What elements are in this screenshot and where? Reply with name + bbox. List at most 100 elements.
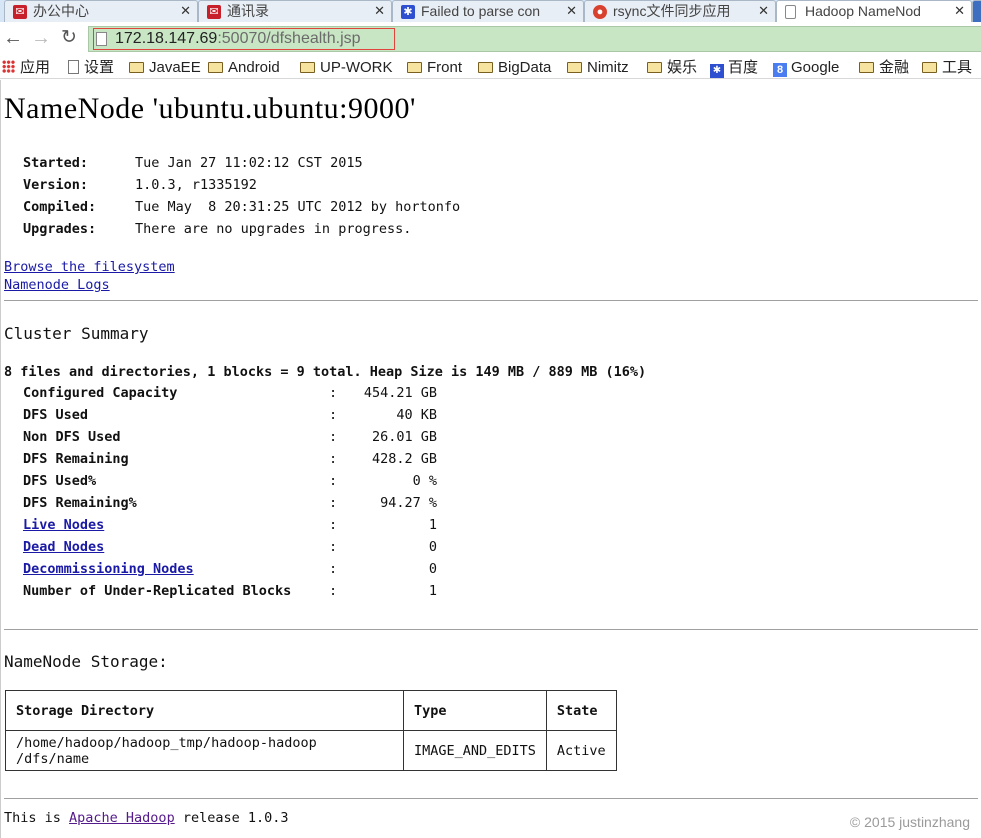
- back-button[interactable]: ←: [2, 27, 24, 49]
- stat-value: 94.27 %: [380, 495, 437, 511]
- reload-button[interactable]: ↻: [58, 27, 80, 49]
- close-icon[interactable]: ✕: [566, 1, 577, 21]
- cluster-summary-heading: Cluster Summary: [4, 324, 149, 343]
- stat-label: Non DFS Used: [23, 429, 121, 445]
- bookmark-finance[interactable]: 金融: [859, 58, 909, 77]
- stat-colon: :: [329, 385, 338, 401]
- tab-office-center[interactable]: ✉ 办公中心 ✕: [4, 0, 198, 22]
- stat-value: 0: [428, 561, 437, 577]
- storage-table: Storage Directory Type State /home/hadoo…: [5, 690, 617, 771]
- decommissioning-nodes-link[interactable]: Decommissioning Nodes: [23, 558, 194, 580]
- stat-value: 0: [428, 539, 437, 555]
- browse-filesystem-link[interactable]: Browse the filesystem: [4, 259, 175, 275]
- storage-type-cell: IMAGE_AND_EDITS: [403, 730, 547, 771]
- apps-grid-icon: [2, 60, 15, 73]
- apache-hadoop-link[interactable]: Apache Hadoop: [69, 810, 175, 826]
- folder-icon: [922, 62, 937, 73]
- stat-row-decommissioning-nodes: Decommissioning Nodes: 0: [23, 558, 523, 580]
- stat-row-dfs-used: DFS Used: 40 KB: [23, 404, 523, 426]
- storage-state-cell: Active: [545, 730, 617, 771]
- bookmark-google[interactable]: 8 Google: [773, 58, 839, 77]
- envelope-icon: ✉: [207, 5, 221, 19]
- info-label: Compiled:: [23, 199, 97, 215]
- info-row-compiled: Compiled: Tue May 8 20:31:25 UTC 2012 by …: [23, 196, 460, 218]
- tab-hadoop-namenode[interactable]: Hadoop NameNod ✕: [776, 0, 972, 22]
- column-header: Type: [403, 690, 547, 731]
- new-tab-button[interactable]: [972, 0, 981, 22]
- stat-row-non-dfs-used: Non DFS Used: 26.01 GB: [23, 426, 523, 448]
- folder-icon: [208, 62, 223, 73]
- table-row: /home/hadoop/hadoop_tmp/hadoop-hadoop /d…: [5, 730, 617, 771]
- dead-nodes-link[interactable]: Dead Nodes: [23, 536, 104, 558]
- page-title: NameNode 'ubuntu.ubuntu:9000': [4, 92, 416, 125]
- stat-row-dead-nodes: Dead Nodes: 0: [23, 536, 523, 558]
- stat-colon: :: [329, 429, 338, 445]
- close-icon[interactable]: ✕: [758, 1, 769, 21]
- stat-colon: :: [329, 539, 338, 555]
- bookmark-entertainment[interactable]: 娱乐: [647, 58, 697, 77]
- close-icon[interactable]: ✕: [374, 1, 385, 21]
- page-content: NameNode 'ubuntu.ubuntu:9000' Started: Tu…: [0, 80, 981, 838]
- browser-toolbar: ← → ↻ 172.18.147.69:50070/dfshealth.jsp: [0, 22, 981, 56]
- folder-icon: [859, 62, 874, 73]
- stat-value: 1: [428, 583, 437, 599]
- tab-title: Hadoop NameNod: [805, 3, 921, 19]
- namenode-logs-link[interactable]: Namenode Logs: [4, 277, 110, 293]
- info-label: Started:: [23, 155, 89, 171]
- bookmark-up-work[interactable]: UP-WORK: [300, 58, 393, 77]
- stat-colon: :: [329, 407, 338, 423]
- info-label: Upgrades:: [23, 221, 97, 237]
- url-text[interactable]: 172.18.147.69:50070/dfshealth.jsp: [115, 30, 361, 48]
- tab-strip: ✉ 办公中心 ✕ ✉ 通讯录 ✕ ✱ Failed to parse con ✕…: [0, 0, 981, 22]
- baidu-icon: ✱: [710, 64, 724, 78]
- bookmark-javaee[interactable]: JavaEE: [129, 58, 201, 77]
- stat-colon: :: [329, 451, 338, 467]
- stat-label: DFS Used: [23, 407, 89, 423]
- column-header: State: [545, 690, 617, 731]
- stat-colon: :: [329, 473, 338, 489]
- folder-icon: [407, 62, 422, 73]
- stat-label: DFS Remaining%: [23, 495, 137, 511]
- bookmark-apps[interactable]: 应用: [2, 58, 50, 77]
- stat-row-under-replicated: Number of Under-Replicated Blocks: 1: [23, 580, 523, 602]
- stat-row-dfs-remaining: DFS Remaining: 428.2 GB: [23, 448, 523, 470]
- tab-rsync[interactable]: ● rsync文件同步应用 ✕: [584, 0, 776, 22]
- tab-title: Failed to parse con: [421, 3, 541, 19]
- info-value: Tue May 8 20:31:25 UTC 2012 by hortonfo: [135, 199, 461, 215]
- table-header-row: Storage Directory Type State: [5, 690, 617, 731]
- stat-colon: :: [329, 517, 338, 533]
- bookmark-baidu[interactable]: ✱ 百度: [710, 58, 758, 78]
- tab-contacts[interactable]: ✉ 通讯录 ✕: [198, 0, 392, 22]
- page-icon: [785, 5, 796, 19]
- stat-row-dfs-remaining-pct: DFS Remaining%: 94.27 %: [23, 492, 523, 514]
- stat-value: 428.2 GB: [371, 451, 437, 467]
- tab-failed-to-parse[interactable]: ✱ Failed to parse con ✕: [392, 0, 584, 22]
- envelope-icon: ✉: [13, 5, 27, 19]
- folder-icon: [300, 62, 315, 73]
- chrome-icon: ●: [593, 5, 607, 19]
- live-nodes-link[interactable]: Live Nodes: [23, 514, 104, 536]
- forward-button[interactable]: →: [30, 27, 52, 49]
- bookmark-android[interactable]: Android: [208, 58, 280, 77]
- divider: [4, 798, 978, 799]
- folder-icon: [567, 62, 582, 73]
- namenode-storage-heading: NameNode Storage:: [4, 652, 168, 671]
- address-bar[interactable]: 172.18.147.69:50070/dfshealth.jsp: [88, 26, 981, 52]
- bookmark-settings[interactable]: 设置: [68, 58, 114, 77]
- stat-row-dfs-used-pct: DFS Used%: 0 %: [23, 470, 523, 492]
- info-value: Tue Jan 27 11:02:12 CST 2015: [135, 155, 363, 171]
- close-icon[interactable]: ✕: [180, 1, 191, 21]
- bookmark-bigdata[interactable]: BigData: [478, 58, 551, 77]
- bookmark-front[interactable]: Front: [407, 58, 462, 77]
- nav-links: Browse the filesystem Namenode Logs: [4, 258, 175, 294]
- bookmark-nimitz[interactable]: Nimitz: [567, 58, 629, 77]
- close-icon[interactable]: ✕: [954, 1, 965, 21]
- stat-value: 454.21 GB: [363, 385, 437, 401]
- stat-value: 0 %: [412, 473, 437, 489]
- stat-value: 40 KB: [396, 407, 437, 423]
- info-row-upgrades: Upgrades: There are no upgrades in progre…: [23, 218, 460, 240]
- bookmark-tools[interactable]: 工具: [922, 58, 972, 77]
- cluster-stats: Configured Capacity: 454.21 GB DFS Used: 4…: [23, 382, 523, 602]
- folder-icon: [478, 62, 493, 73]
- paw-icon: ✱: [401, 5, 415, 19]
